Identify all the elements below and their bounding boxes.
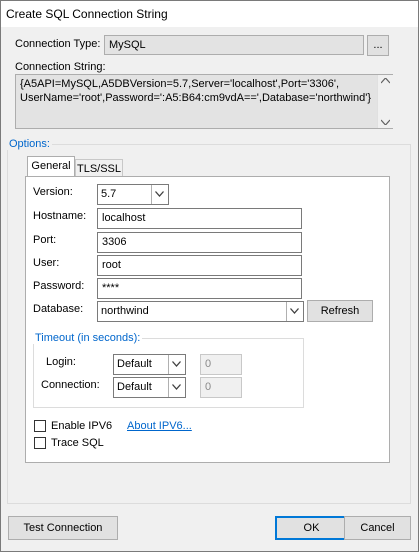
- tab-tls-ssl[interactable]: TLS/SSL: [75, 159, 123, 177]
- version-dropdown-arrow[interactable]: [151, 185, 168, 204]
- hostname-input[interactable]: localhost: [97, 208, 302, 229]
- version-label: Version:: [33, 186, 73, 198]
- hostname-label: Hostname:: [33, 210, 87, 222]
- connection-type-field[interactable]: MySQL: [104, 35, 364, 55]
- chevron-down-icon: [290, 308, 299, 314]
- password-label: Password:: [33, 280, 85, 292]
- test-connection-button[interactable]: Test Connection: [8, 516, 118, 540]
- connection-string-textarea[interactable]: {A5API=MySQL,A5DBVersion=5.7,Server='loc…: [15, 74, 393, 129]
- port-input[interactable]: 3306: [97, 232, 302, 253]
- version-value: 5.7: [101, 188, 117, 200]
- dialog-window: Create SQL Connection String Connection …: [0, 0, 419, 552]
- database-select[interactable]: northwind: [97, 301, 304, 322]
- scroll-up-icon[interactable]: [381, 78, 390, 84]
- trace-sql-label[interactable]: Trace SQL: [51, 437, 104, 449]
- connection-timeout-select[interactable]: Default: [113, 377, 186, 398]
- database-dropdown-arrow[interactable]: [286, 302, 303, 321]
- scroll-down-icon[interactable]: [381, 119, 390, 125]
- connection-string-line1: {A5API=MySQL,A5DBVersion=5.7,Server='loc…: [20, 78, 340, 90]
- user-input[interactable]: root: [97, 255, 302, 276]
- options-label: Options:: [7, 138, 52, 150]
- connection-timeout-label: Connection:: [41, 379, 100, 391]
- ok-button[interactable]: OK: [275, 516, 348, 540]
- chevron-down-icon: [155, 191, 164, 197]
- enable-ipv6-checkbox[interactable]: [34, 420, 46, 432]
- title-bar: Create SQL Connection String: [1, 1, 418, 27]
- connection-string-scrollbar[interactable]: [377, 75, 393, 128]
- connection-type-browse-button[interactable]: ...: [367, 35, 389, 56]
- cancel-button[interactable]: Cancel: [344, 516, 411, 540]
- refresh-button[interactable]: Refresh: [307, 300, 373, 322]
- tab-general[interactable]: General: [27, 156, 75, 177]
- user-label: User:: [33, 257, 60, 269]
- login-timeout-mode: Default: [117, 358, 152, 370]
- login-timeout-input[interactable]: 0: [200, 354, 242, 375]
- timeout-label: Timeout (in seconds):: [33, 332, 143, 344]
- connection-timeout-mode: Default: [117, 381, 152, 393]
- version-select[interactable]: 5.7: [97, 184, 169, 205]
- connection-string-line2: UserName='root',Password=':A5:B64:cm9vdA…: [20, 92, 372, 104]
- connection-type-label: Connection Type:: [15, 38, 101, 50]
- about-ipv6-link[interactable]: About IPV6...: [127, 420, 192, 432]
- window-title: Create SQL Connection String: [6, 7, 168, 21]
- connection-timeout-input[interactable]: 0: [200, 377, 242, 398]
- login-timeout-label: Login:: [46, 356, 76, 368]
- connection-timeout-dropdown-arrow[interactable]: [168, 378, 185, 397]
- database-value: northwind: [101, 305, 149, 317]
- connection-string-label: Connection String:: [15, 61, 106, 73]
- chevron-down-icon: [172, 361, 181, 367]
- login-timeout-dropdown-arrow[interactable]: [168, 355, 185, 374]
- port-label: Port:: [33, 234, 57, 246]
- password-input[interactable]: ****: [97, 278, 302, 299]
- chevron-down-icon: [172, 384, 181, 390]
- login-timeout-select[interactable]: Default: [113, 354, 186, 375]
- database-label: Database:: [33, 303, 84, 315]
- trace-sql-checkbox[interactable]: [34, 437, 46, 449]
- enable-ipv6-label[interactable]: Enable IPV6: [51, 420, 112, 432]
